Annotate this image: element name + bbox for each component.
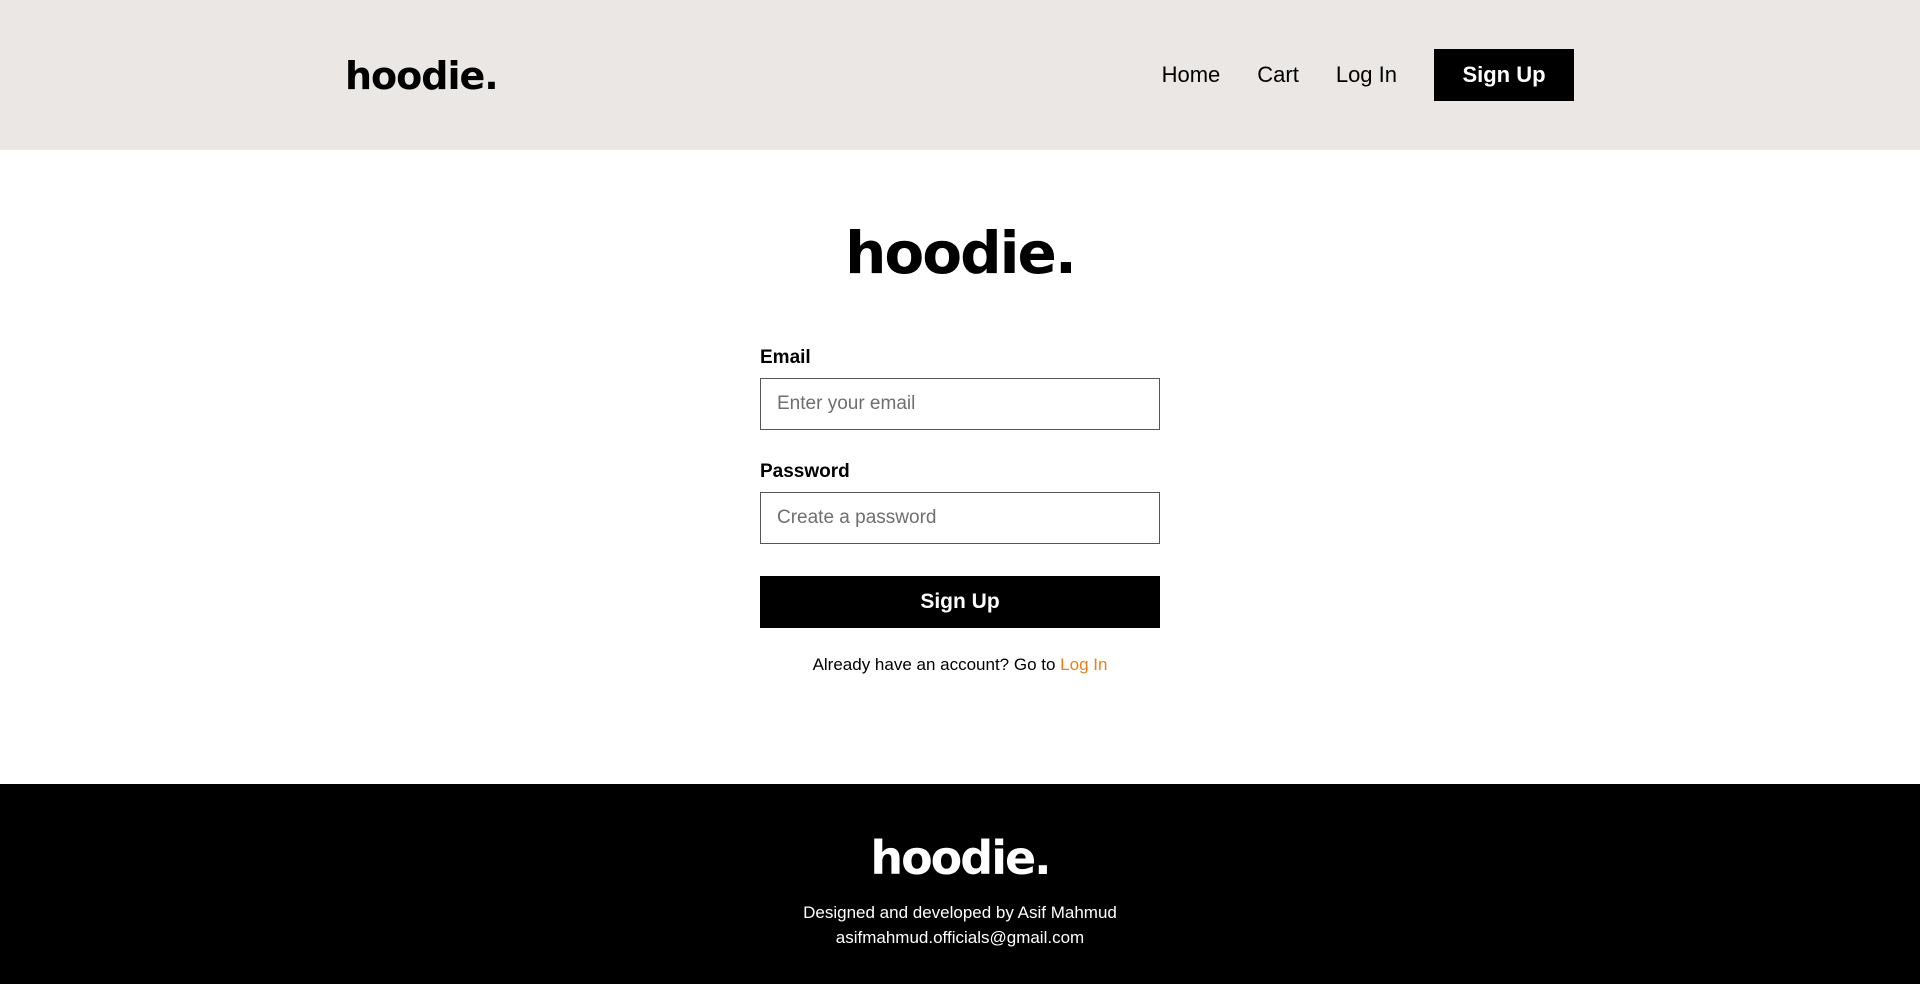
form-logo: hoodie.: [845, 219, 1077, 287]
signup-submit-button[interactable]: Sign Up: [760, 576, 1160, 628]
email-label: Email: [760, 347, 811, 368]
site-footer: hoodie. Designed and developed by Asif M…: [0, 784, 1920, 984]
footer-logo: hoodie.: [870, 831, 1051, 885]
nav-login-link[interactable]: Log In: [1336, 49, 1397, 101]
email-input[interactable]: [760, 378, 1160, 430]
nav-cart-link[interactable]: Cart: [1257, 49, 1299, 101]
password-label: Password: [760, 461, 850, 482]
site-header: hoodie. Home Cart Log In Sign Up: [0, 0, 1920, 150]
password-input[interactable]: [760, 492, 1160, 544]
signup-section: hoodie. Email Password Sign Up Already h…: [0, 150, 1920, 784]
nav-signup-button[interactable]: Sign Up: [1434, 49, 1574, 101]
footer-credit: Designed and developed by Asif Mahmud: [803, 903, 1117, 922]
login-hint-text: Already have an account? Go to: [812, 655, 1061, 674]
signup-form: Email Password Sign Up Already have an a…: [760, 346, 1160, 676]
login-hint: Already have an account? Go to Log In: [760, 654, 1160, 676]
main-nav: Home Cart Log In Sign Up: [1162, 49, 1574, 101]
footer-email[interactable]: asifmahmud.officials@gmail.com: [0, 925, 1920, 950]
password-field-group: Password: [760, 460, 1160, 544]
login-link[interactable]: Log In: [1060, 655, 1107, 674]
header-logo[interactable]: hoodie.: [345, 46, 499, 106]
nav-home-link[interactable]: Home: [1162, 49, 1221, 101]
email-field-group: Email: [760, 346, 1160, 430]
